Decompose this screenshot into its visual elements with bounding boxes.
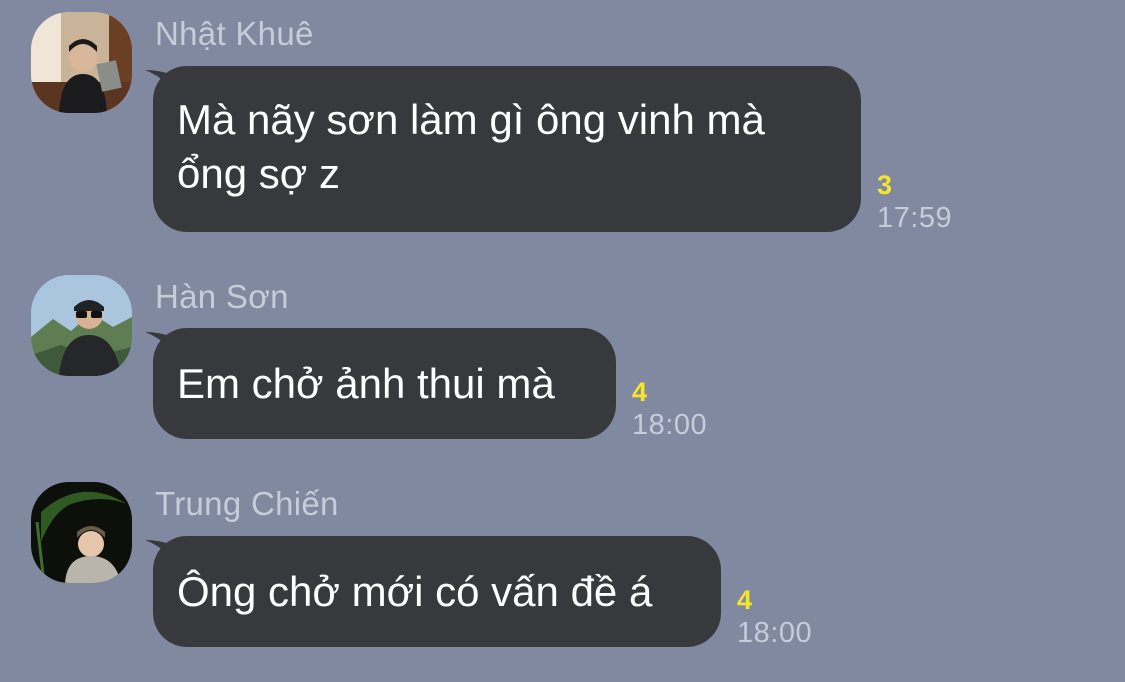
message-bubble[interactable]: Em chở ảnh thui mà xyxy=(153,328,616,439)
timestamp: 18:00 xyxy=(632,409,708,441)
message-text-line: Em chở ảnh thui mà xyxy=(177,360,555,407)
message-bubble[interactable]: Ông chở mới có vấn đề á xyxy=(153,536,721,647)
message-meta: 3 17:59 xyxy=(877,170,952,236)
avatar[interactable] xyxy=(31,12,132,113)
read-count: 4 xyxy=(737,585,753,615)
sender-name: Trung Chiến xyxy=(155,485,339,522)
sender-name: Nhật Khuê xyxy=(155,15,314,52)
message-text-line: Ông chở mới có vấn đề á xyxy=(177,568,653,615)
sender-name: Hàn Sơn xyxy=(155,278,289,315)
profile-photo-icon xyxy=(31,12,132,113)
timestamp: 18:00 xyxy=(737,617,813,649)
message-text-line: ổng sợ z xyxy=(177,150,340,197)
message-bubble[interactable]: Mà nãy sơn làm gì ông vinh mà ổng sợ z xyxy=(153,66,861,232)
avatar[interactable] xyxy=(31,482,132,583)
profile-photo-icon xyxy=(31,275,132,376)
profile-photo-icon xyxy=(31,482,132,583)
read-count: 4 xyxy=(632,377,648,407)
avatar[interactable] xyxy=(31,275,132,376)
message-meta: 4 18:00 xyxy=(632,377,707,443)
chat-view: { "messages": [ { "sender": "Nhật Khuê",… xyxy=(0,0,1125,682)
read-count: 3 xyxy=(877,170,893,200)
timestamp: 17:59 xyxy=(877,202,953,234)
message-meta: 4 18:00 xyxy=(737,585,812,651)
message-text-line: Mà nãy sơn làm gì ông vinh mà xyxy=(177,96,765,143)
